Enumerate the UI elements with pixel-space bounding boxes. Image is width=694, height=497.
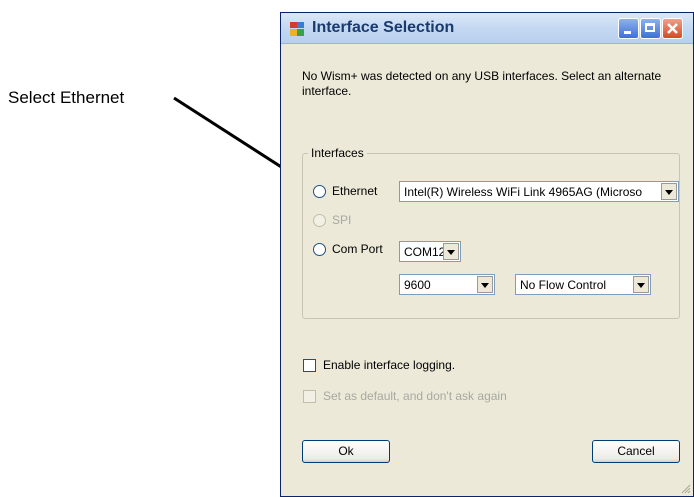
close-button[interactable] (662, 18, 683, 39)
close-icon (667, 23, 678, 34)
spi-radio[interactable] (313, 214, 326, 227)
flow-control-value: No Flow Control (520, 278, 607, 292)
default-checkbox[interactable] (303, 390, 316, 403)
chevron-down-icon[interactable] (477, 276, 493, 293)
app-icon (290, 22, 304, 36)
logging-label: Enable interface logging. (323, 358, 456, 372)
resize-grip-icon[interactable] (679, 482, 691, 494)
ethernet-adapter-value: Intel(R) Wireless WiFi Link 4965AG (Micr… (404, 185, 643, 199)
ethernet-adapter-select[interactable]: Intel(R) Wireless WiFi Link 4965AG (Micr… (399, 181, 679, 202)
interfaces-group-label: Interfaces (308, 146, 367, 160)
ethernet-label: Ethernet (332, 184, 378, 198)
comport-radio[interactable] (313, 243, 326, 256)
flow-control-select[interactable]: No Flow Control (515, 274, 651, 295)
cancel-button[interactable]: Cancel (592, 440, 680, 463)
title-bar[interactable]: Interface Selection (281, 13, 693, 44)
comport-value: COM12 (404, 245, 446, 259)
chevron-down-icon[interactable] (661, 183, 677, 200)
annotation-label: Select Ethernet (8, 88, 125, 107)
status-message: No Wism+ was detected on any USB interfa… (302, 69, 662, 98)
baud-rate-value: 9600 (404, 278, 431, 292)
default-label: Set as default, and don't ask again (323, 389, 507, 403)
window-title: Interface Selection (312, 19, 455, 36)
comport-select[interactable]: COM12 (399, 241, 461, 262)
ethernet-radio[interactable] (313, 185, 326, 198)
maximize-button[interactable] (640, 18, 661, 39)
ok-button[interactable]: Ok (302, 440, 390, 463)
spi-label: SPI (332, 213, 352, 227)
comport-label: Com Port (332, 242, 383, 256)
interface-selection-dialog: Interface Selection No Wism+ was detecte… (280, 12, 694, 497)
logging-checkbox[interactable] (303, 359, 316, 372)
chevron-down-icon[interactable] (443, 243, 459, 260)
minimize-button[interactable] (618, 18, 639, 39)
chevron-down-icon[interactable] (633, 276, 649, 293)
baud-rate-select[interactable]: 9600 (399, 274, 495, 295)
